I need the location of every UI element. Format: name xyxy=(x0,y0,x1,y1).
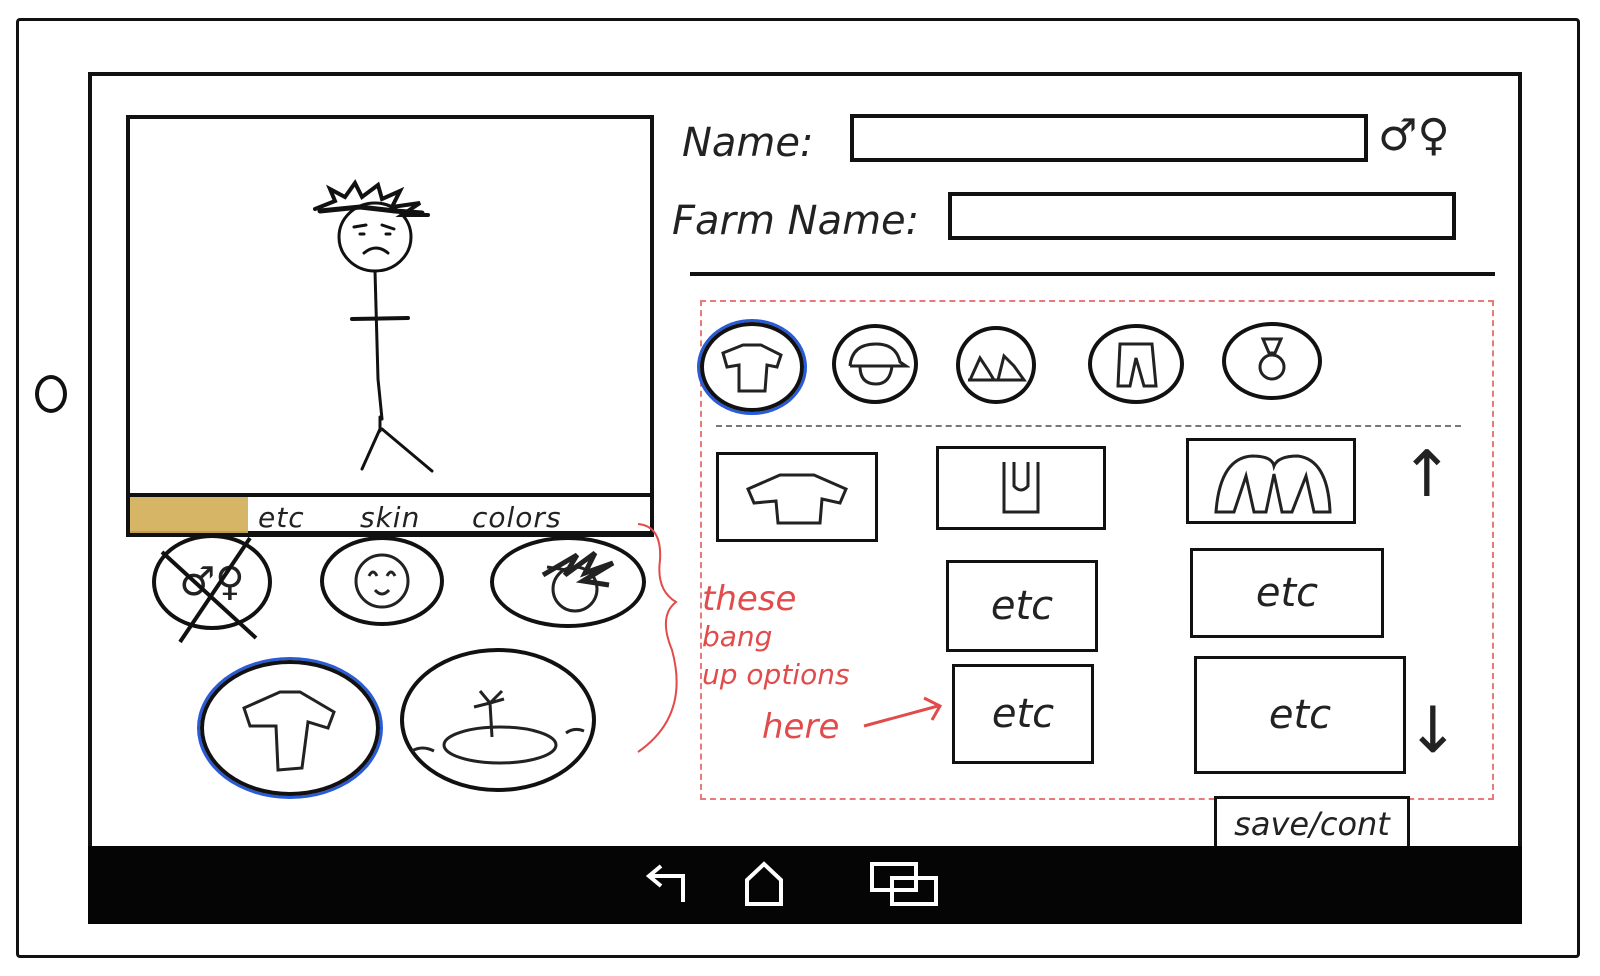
item-etc-label: etc xyxy=(1255,570,1319,616)
item-shirt-jacket[interactable] xyxy=(1186,438,1356,524)
options-tab-separator xyxy=(716,425,1461,427)
subtab-colors[interactable]: colors xyxy=(472,501,562,534)
category-hair[interactable] xyxy=(490,536,646,628)
clothing-tab-accessory[interactable] xyxy=(1222,322,1322,400)
scroll-up-arrow-icon[interactable]: ↑ xyxy=(1400,438,1454,512)
navigation-bar xyxy=(88,846,1522,924)
save-continue-button[interactable]: save/cont xyxy=(1214,796,1410,848)
clothing-tab-shoes[interactable] xyxy=(956,326,1036,404)
tanktop-icon xyxy=(1002,462,1040,514)
clothing-tab-pants[interactable] xyxy=(1088,324,1184,404)
hair-icon xyxy=(541,550,615,613)
annotation-line: these xyxy=(702,579,797,619)
pants-icon xyxy=(1116,342,1158,388)
recent-apps-icon xyxy=(870,862,938,906)
item-etc-label: etc xyxy=(1268,692,1332,738)
clothing-tab-hat[interactable] xyxy=(832,324,918,404)
name-label: Name: xyxy=(682,120,814,166)
annotation-line: here xyxy=(762,707,840,747)
name-input[interactable] xyxy=(850,114,1368,162)
stick-figure-icon xyxy=(313,179,434,473)
cross-out-mark xyxy=(160,536,258,644)
character-preview xyxy=(126,115,654,535)
annotation-arrow-icon xyxy=(863,696,943,728)
back-arrow-icon xyxy=(645,864,685,902)
shirt-icon xyxy=(721,343,783,393)
annotation-note: these bang up options here xyxy=(702,580,850,746)
jacket-icon xyxy=(1214,454,1332,514)
hardware-home-button[interactable] xyxy=(35,375,67,413)
item-etc-label: etc xyxy=(990,583,1054,629)
back-button[interactable] xyxy=(628,846,708,924)
shoes-icon xyxy=(967,353,1027,382)
scroll-down-arrow-icon[interactable]: ↓ xyxy=(1406,694,1460,768)
category-gender-disabled[interactable]: ♂♀ xyxy=(152,534,272,644)
section-divider xyxy=(690,272,1495,276)
category-farm-island[interactable] xyxy=(400,648,596,792)
category-face[interactable] xyxy=(320,536,444,626)
item-shirt-tee[interactable] xyxy=(716,452,878,542)
gender-toggle-icon[interactable]: ♂♀ xyxy=(1378,110,1450,161)
subtab-active-highlight[interactable] xyxy=(130,497,248,533)
annotation-line: bang xyxy=(702,620,773,653)
home-icon xyxy=(745,861,783,906)
farm-name-label: Farm Name: xyxy=(672,198,920,244)
clothing-tab-shirt[interactable] xyxy=(700,322,804,412)
item-etc[interactable]: etc xyxy=(946,560,1098,652)
preview-subtabs: etc skin colors xyxy=(126,493,654,537)
home-button[interactable] xyxy=(724,846,804,924)
island-icon xyxy=(411,689,585,765)
category-clothing-selected[interactable] xyxy=(200,660,380,796)
subtab-skin[interactable]: skin xyxy=(360,501,420,534)
item-shirt-tank[interactable] xyxy=(936,446,1106,530)
farm-name-input[interactable] xyxy=(948,192,1456,240)
ring-icon xyxy=(1258,337,1286,381)
face-icon xyxy=(354,553,410,609)
annotation-line: up options xyxy=(702,658,850,691)
tshirt-icon xyxy=(746,473,848,525)
shirt-icon xyxy=(242,690,336,772)
item-etc-label: etc xyxy=(991,691,1055,737)
item-etc[interactable]: etc xyxy=(1194,656,1406,774)
item-etc[interactable]: etc xyxy=(952,664,1094,764)
subtab-etc[interactable]: etc xyxy=(258,501,305,534)
item-etc[interactable]: etc xyxy=(1190,548,1384,638)
hat-icon xyxy=(848,342,910,386)
recent-apps-button[interactable] xyxy=(858,846,958,924)
